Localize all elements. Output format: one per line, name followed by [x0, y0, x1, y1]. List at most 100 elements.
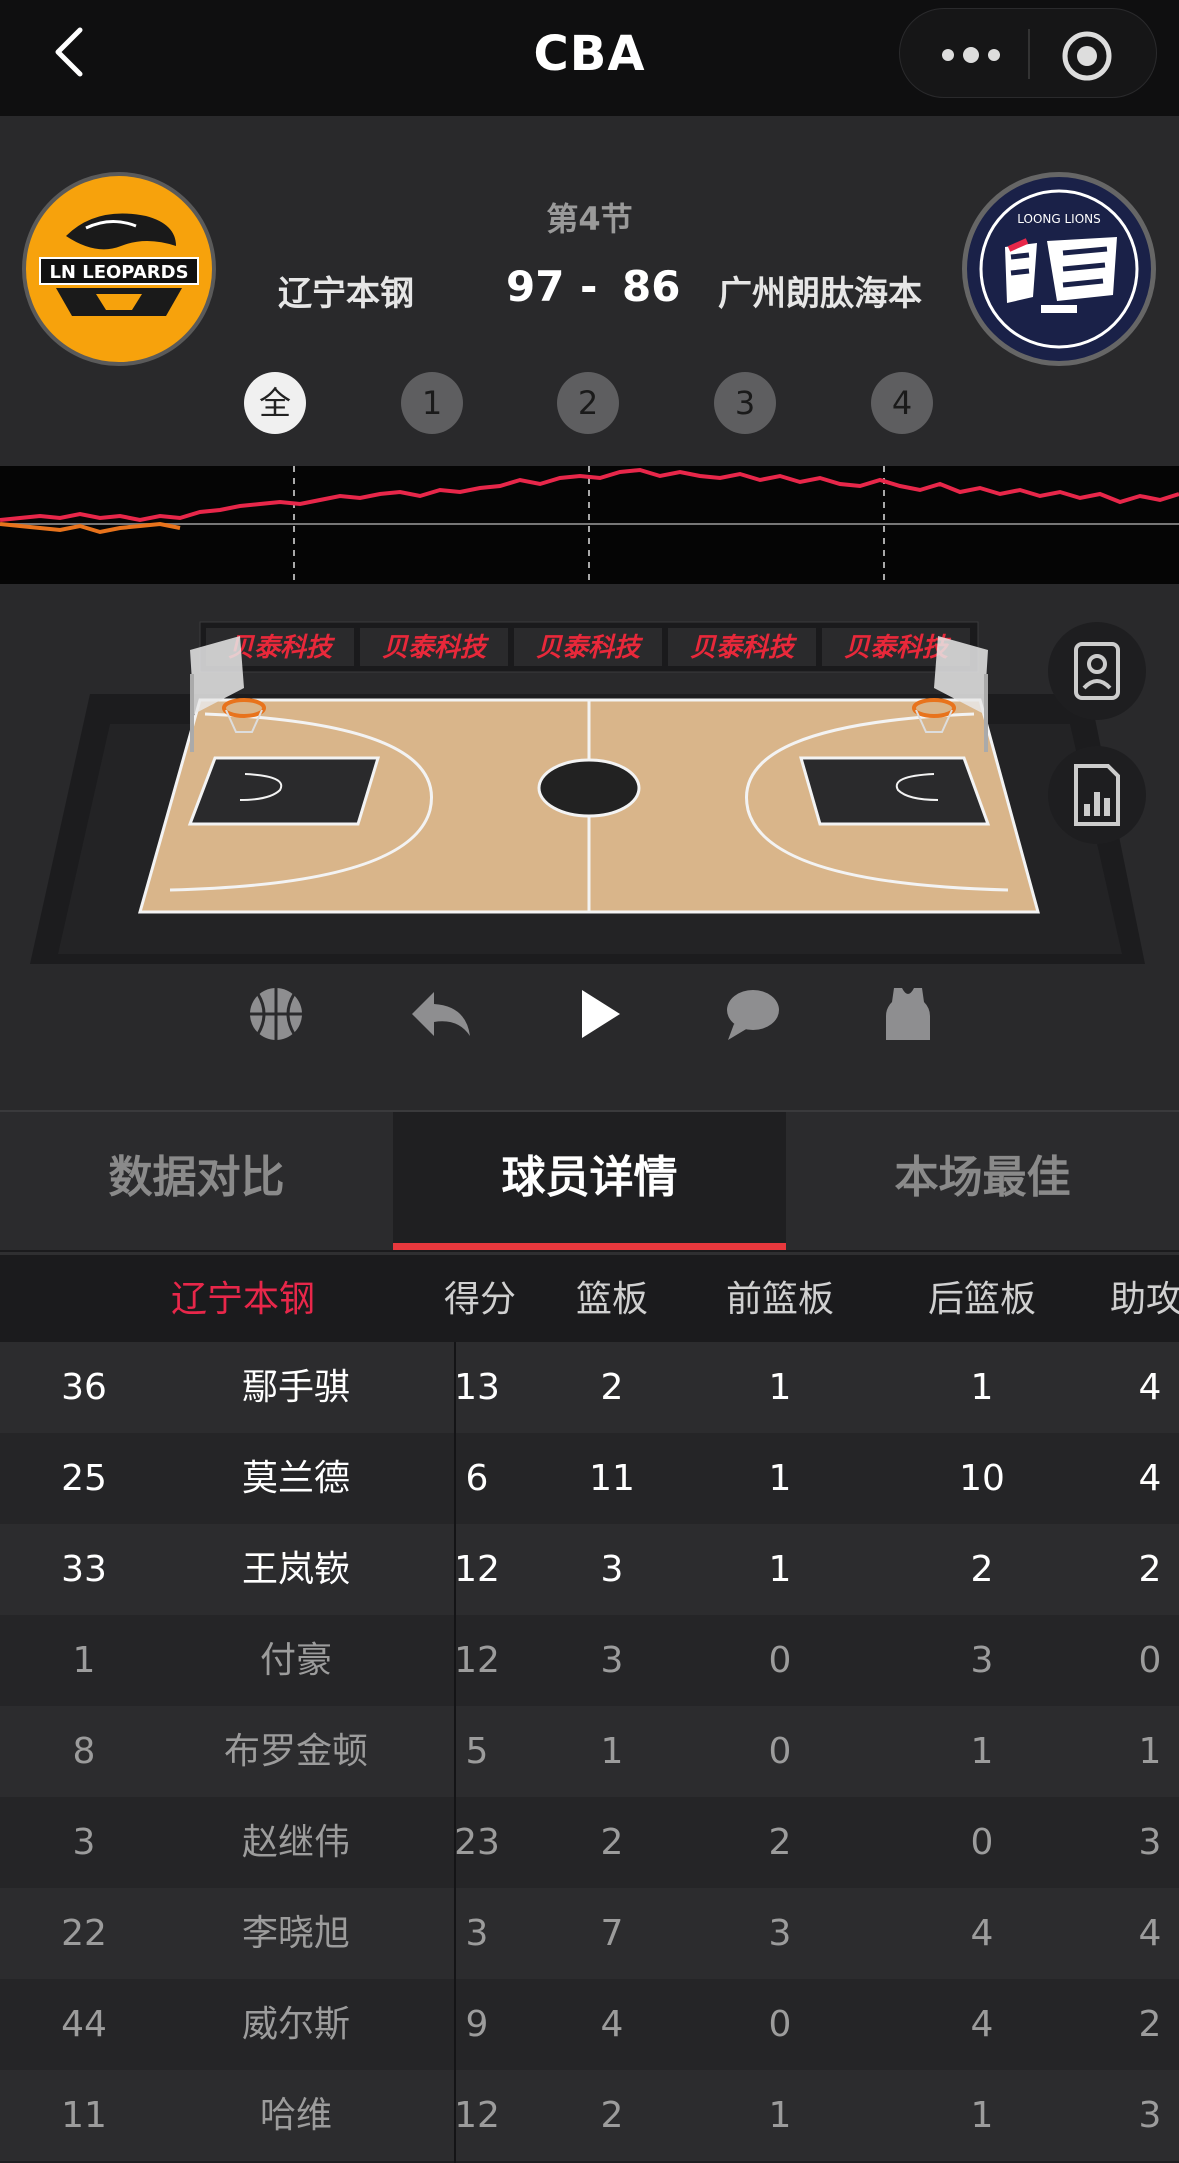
stat-points: 5: [465, 1731, 489, 1772]
comment-icon[interactable]: [716, 978, 788, 1050]
stat-rebounds: 4: [600, 2004, 624, 2045]
more-dots-icon[interactable]: [936, 35, 1006, 75]
player-name: 哈维: [259, 2095, 332, 2136]
stat-points: 12: [454, 2095, 500, 2136]
header-assists[interactable]: 助攻: [1110, 1255, 1179, 1345]
quarter-tabs: 全 1 2 3 4: [244, 372, 944, 436]
home-team-name: 辽宁本钢: [278, 274, 414, 314]
quarter-tab-all[interactable]: 全: [244, 372, 306, 434]
player-card-button[interactable]: [1048, 622, 1146, 720]
score-trend-chart: [0, 466, 1179, 584]
player-name: 付豪: [259, 1640, 332, 1681]
ad-text-1: 贝泰科技: [228, 633, 336, 663]
stat-off-rebounds: 1: [768, 1549, 792, 1590]
away-team-name: 广州朗肽海本: [718, 274, 922, 314]
stat-off-rebounds: 0: [768, 2004, 792, 2045]
live-court-area: 贝泰科技 贝泰科技 贝泰科技 贝泰科技 贝泰科技: [0, 584, 1179, 1110]
stat-off-rebounds: 1: [768, 1367, 792, 1408]
stat-rebounds: 1: [600, 1731, 624, 1772]
stat-off-rebounds: 0: [768, 1640, 792, 1681]
stat-assists: 2: [1138, 2004, 1162, 2045]
stat-assists: 4: [1138, 1913, 1162, 1954]
stat-rebounds: 3: [600, 1640, 624, 1681]
table-row[interactable]: 33 王岚嵚 12 3 1 2 2: [0, 1524, 1179, 1615]
stat-rebounds: 2: [600, 1367, 624, 1408]
player-number: 36: [61, 1367, 107, 1408]
player-number: 44: [61, 2004, 107, 2045]
header-points[interactable]: 得分: [440, 1255, 520, 1345]
team-filter[interactable]: 辽宁本钢: [160, 1255, 326, 1345]
ad-text-4: 贝泰科技: [690, 633, 798, 663]
header-def-rebounds[interactable]: 后篮板: [902, 1255, 1062, 1345]
play-icon[interactable]: [562, 978, 634, 1050]
table-row[interactable]: 11 哈维 12 2 1 1 3: [0, 2070, 1179, 2161]
stat-def-rebounds: 0: [970, 1822, 994, 1863]
table-row[interactable]: 44 威尔斯 9 4 0 4 2: [0, 1979, 1179, 2070]
jersey-icon[interactable]: [872, 978, 944, 1050]
trend-line-away: [0, 521, 181, 535]
quarter-tab-4[interactable]: 4: [871, 372, 933, 434]
stat-rebounds: 3: [600, 1549, 624, 1590]
stat-off-rebounds: 3: [768, 1913, 792, 1954]
player-number: 25: [61, 1458, 107, 1499]
header-off-rebounds[interactable]: 前篮板: [700, 1255, 860, 1345]
header-rebounds[interactable]: 篮板: [552, 1255, 672, 1345]
stat-off-rebounds: 1: [768, 1458, 792, 1499]
stat-def-rebounds: 4: [970, 2004, 994, 2045]
frozen-column-divider: [454, 1342, 456, 2163]
player-name: 莫兰德: [241, 1458, 350, 1499]
home-score: 97: [506, 262, 565, 311]
basketball-icon[interactable]: [240, 978, 312, 1050]
player-stats-table: 辽宁本钢 得分 篮板 前篮板 后篮板 助攻 36 鄢手骐 13 2 1 1 4 …: [0, 1252, 1179, 2163]
stat-rebounds: 2: [600, 2095, 624, 2136]
quarter-tab-3[interactable]: 3: [714, 372, 776, 434]
player-number: 11: [61, 2095, 107, 2136]
stat-def-rebounds: 2: [970, 1549, 994, 1590]
table-row[interactable]: 22 李晓旭 3 7 3 4 4: [0, 1888, 1179, 1979]
player-name: 布罗金顿: [223, 1731, 368, 1772]
away-team-logo[interactable]: LOONG LIONS: [962, 172, 1156, 366]
stat-points: 3: [465, 1913, 489, 1954]
player-name: 威尔斯: [241, 2004, 350, 2045]
table-row[interactable]: 1 付豪 12 3 0 3 0: [0, 1615, 1179, 1706]
player-number: 22: [61, 1913, 107, 1954]
stat-def-rebounds: 1: [970, 2095, 994, 2136]
player-number: 8: [72, 1731, 96, 1772]
player-number: 3: [72, 1822, 96, 1863]
stat-rebounds: 7: [600, 1913, 624, 1954]
stats-chart-icon: [1074, 764, 1120, 826]
stat-points: 6: [465, 1458, 489, 1499]
stat-rebounds: 11: [589, 1458, 635, 1499]
tab-best[interactable]: 本场最佳: [786, 1112, 1179, 1250]
stat-points: 9: [465, 2004, 489, 2045]
stat-points: 12: [454, 1549, 500, 1590]
table-row[interactable]: 25 莫兰德 6 11 1 10 4: [0, 1433, 1179, 1524]
stat-rebounds: 2: [600, 1822, 624, 1863]
table-header: 辽宁本钢 得分 篮板 前篮板 后篮板 助攻: [0, 1252, 1179, 1342]
player-name: 鄢手骐: [241, 1367, 350, 1408]
player-number: 33: [61, 1549, 107, 1590]
stats-report-button[interactable]: [1048, 746, 1146, 844]
stat-def-rebounds: 3: [970, 1640, 994, 1681]
tab-compare[interactable]: 数据对比: [0, 1112, 393, 1250]
tab-players[interactable]: 球员详情: [393, 1112, 786, 1250]
table-row[interactable]: 36 鄢手骐 13 2 1 1 4: [0, 1342, 1179, 1433]
mini-program-capsule: [899, 8, 1157, 98]
top-bar: CBA: [0, 0, 1179, 116]
quarter-tab-1[interactable]: 1: [401, 372, 463, 434]
ad-text-2: 贝泰科技: [382, 633, 490, 663]
record-icon[interactable]: [1060, 29, 1114, 83]
stat-off-rebounds: 1: [768, 2095, 792, 2136]
stat-assists: 0: [1138, 1640, 1162, 1681]
table-row[interactable]: 8 布罗金顿 5 1 0 1 1: [0, 1706, 1179, 1797]
capsule-divider: [1028, 29, 1030, 79]
quarter-tab-2[interactable]: 2: [557, 372, 619, 434]
away-score: 86: [622, 262, 681, 311]
stat-assists: 3: [1138, 1822, 1162, 1863]
stat-points: 23: [454, 1822, 500, 1863]
ad-text-3: 贝泰科技: [536, 633, 644, 663]
table-row[interactable]: 3 赵继伟 23 2 2 0 3: [0, 1797, 1179, 1888]
ad-boards: 贝泰科技 贝泰科技 贝泰科技 贝泰科技 贝泰科技: [199, 621, 979, 673]
stat-assists: 4: [1138, 1367, 1162, 1408]
replay-icon[interactable]: [404, 978, 476, 1050]
